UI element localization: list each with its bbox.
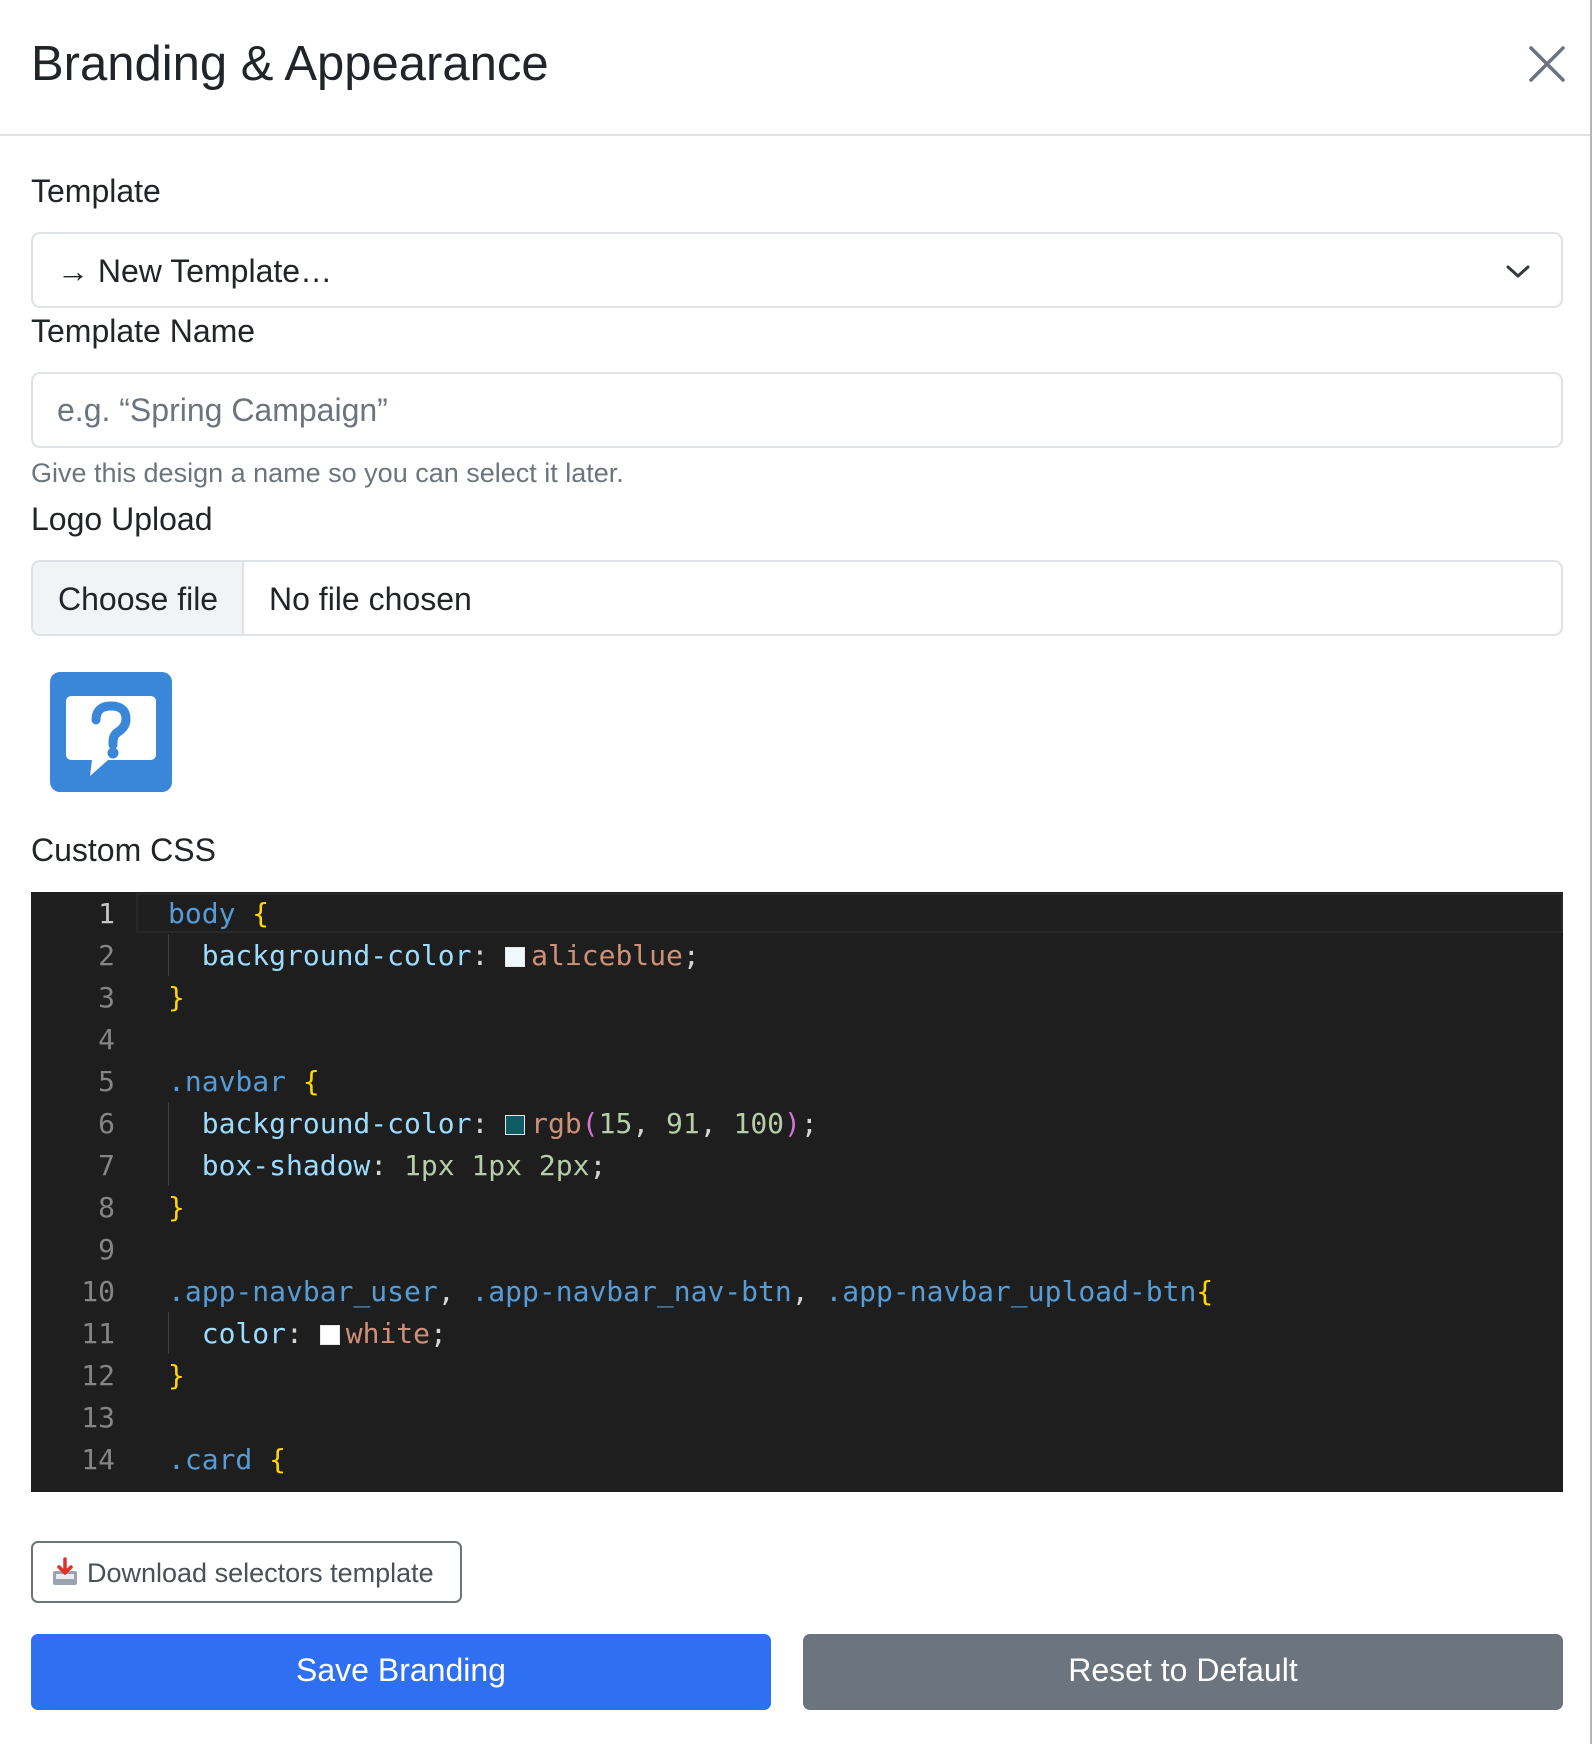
line-number: 14 xyxy=(81,1443,115,1476)
template-name-input[interactable] xyxy=(31,372,1563,448)
color-swatch[interactable] xyxy=(505,947,526,967)
line-number: 11 xyxy=(81,1317,115,1350)
code-line[interactable]: 11 color: white; xyxy=(31,1312,1563,1354)
download-selectors-button[interactable]: Download selectors template xyxy=(31,1541,462,1603)
modal-title: Branding & Appearance xyxy=(31,37,549,91)
code-text: .app-navbar_user, .app-navbar_nav-btn, .… xyxy=(168,1275,1214,1308)
code-line[interactable]: 13 xyxy=(31,1396,1563,1438)
color-swatch[interactable] xyxy=(505,1115,526,1135)
code-line[interactable]: 12 } xyxy=(31,1354,1563,1396)
code-text: .card { xyxy=(168,1443,287,1476)
code-line[interactable]: 1 body { xyxy=(31,892,1563,934)
branding-modal: Branding & Appearance Template → New Tem… xyxy=(0,0,1592,1744)
code-line[interactable]: 9 xyxy=(31,1228,1563,1270)
save-branding-button[interactable]: Save Branding xyxy=(31,1634,771,1710)
reset-default-label: Reset to Default xyxy=(1068,1652,1298,1688)
logo-upload-label: Logo Upload xyxy=(31,501,213,537)
line-number: 2 xyxy=(98,939,115,972)
line-number: 10 xyxy=(81,1275,115,1308)
code-text: background-color: rgb(15, 91, 100); xyxy=(201,1107,818,1140)
code-text: .navbar { xyxy=(168,1065,320,1098)
custom-css-label: Custom CSS xyxy=(31,832,216,868)
code-line[interactable]: 7 box-shadow: 1px 1px 2px; xyxy=(31,1144,1563,1186)
template-select-value: → New Template… xyxy=(57,253,333,289)
code-line[interactable]: 3 } xyxy=(31,976,1563,1018)
code-line[interactable]: 8 } xyxy=(31,1186,1563,1228)
code-line[interactable]: 2 background-color: aliceblue; xyxy=(31,934,1563,976)
chevron-down-icon xyxy=(1506,265,1530,278)
css-code-editor[interactable]: 1 body { 2 background-color: aliceblue; … xyxy=(31,892,1563,1492)
line-number: 8 xyxy=(98,1191,115,1224)
code-text: box-shadow: 1px 1px 2px; xyxy=(201,1149,607,1182)
code-text: } xyxy=(168,981,185,1014)
line-number: 9 xyxy=(98,1233,115,1266)
modal-header: Branding & Appearance xyxy=(0,0,1590,136)
line-number: 3 xyxy=(98,981,115,1014)
color-swatch[interactable] xyxy=(319,1325,340,1345)
logo-file-input[interactable]: Choose file No file chosen xyxy=(31,560,1563,636)
template-name-label: Template Name xyxy=(31,313,256,349)
reset-default-button[interactable]: Reset to Default xyxy=(803,1634,1563,1710)
download-selectors-label: Download selectors template xyxy=(87,1558,434,1588)
code-text: background-color: aliceblue; xyxy=(201,939,700,972)
template-select[interactable]: → New Template… xyxy=(31,232,1563,308)
save-branding-label: Save Branding xyxy=(296,1652,506,1688)
template-name-help: Give this design a name so you can selec… xyxy=(31,458,624,488)
close-button[interactable] xyxy=(1527,44,1567,84)
line-number: 7 xyxy=(98,1149,115,1182)
line-number: 1 xyxy=(98,897,115,930)
code-text: color: white; xyxy=(201,1317,447,1350)
code-text: } xyxy=(168,1359,185,1392)
line-number: 13 xyxy=(81,1401,115,1434)
code-line[interactable]: 5 .navbar { xyxy=(31,1060,1563,1102)
code-line[interactable]: 6 background-color: rgb(15, 91, 100); xyxy=(31,1102,1563,1144)
line-number: 12 xyxy=(81,1359,115,1392)
help-chat-icon xyxy=(50,672,172,792)
line-number: 6 xyxy=(98,1107,115,1140)
close-icon xyxy=(1529,46,1565,82)
code-text: } xyxy=(168,1191,185,1224)
choose-file-label: Choose file xyxy=(58,581,219,617)
code-line[interactable]: 10 .app-navbar_user, .app-navbar_nav-btn… xyxy=(31,1270,1563,1312)
code-text: body { xyxy=(168,897,270,930)
code-line[interactable]: 4 xyxy=(31,1018,1563,1060)
line-number: 4 xyxy=(98,1023,115,1056)
code-line[interactable]: 14 .card { xyxy=(31,1438,1563,1480)
file-status: No file chosen xyxy=(269,581,472,617)
line-number: 5 xyxy=(98,1065,115,1098)
template-label: Template xyxy=(31,173,161,209)
choose-file-button[interactable]: Choose file xyxy=(33,562,244,634)
download-tray-icon xyxy=(53,1557,77,1585)
